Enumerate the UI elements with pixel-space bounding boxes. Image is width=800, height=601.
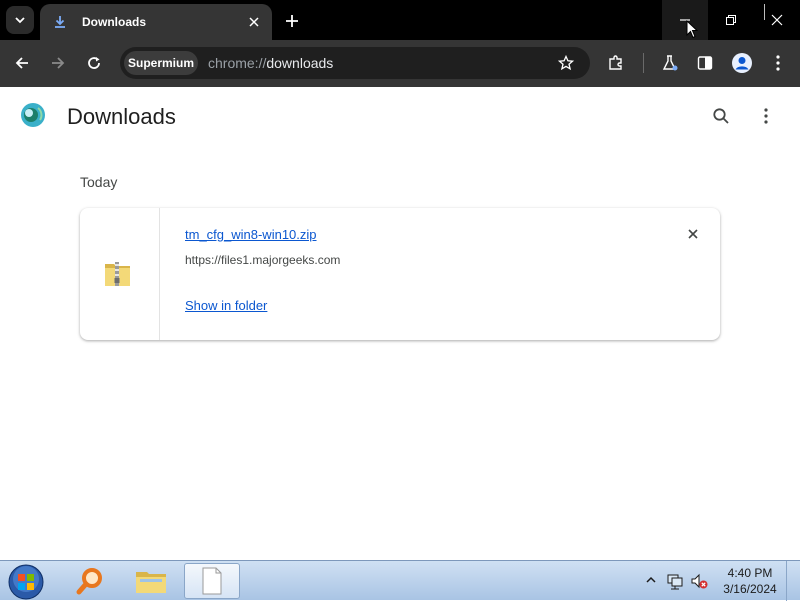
windows-taskbar: 4:40 PM 3/16/2024: [0, 560, 800, 601]
show-hidden-icons-icon[interactable]: [645, 574, 657, 586]
taskbar-document-window[interactable]: [184, 563, 240, 599]
url-text[interactable]: chrome://downloads: [208, 55, 333, 71]
search-icon: [713, 108, 729, 124]
avatar-icon: [732, 53, 752, 73]
url-host: downloads: [266, 55, 334, 71]
file-source-url: https://files1.majorgeeks.com: [185, 253, 341, 267]
restore-button[interactable]: [708, 0, 754, 40]
document-icon: [202, 567, 222, 595]
title-bar: Downloads: [0, 0, 800, 40]
search-downloads-button[interactable]: [709, 104, 733, 128]
extensions-button[interactable]: [603, 50, 629, 76]
browser-menu-button[interactable]: [765, 50, 791, 76]
file-name-link[interactable]: tm_cfg_win8-win10.zip: [185, 227, 317, 242]
magnifier-app-icon: [76, 568, 102, 595]
toolbar-divider: [643, 53, 644, 73]
side-panel-icon: [697, 56, 713, 70]
tab-close-icon[interactable]: [244, 12, 264, 32]
date-group-label: Today: [80, 174, 118, 190]
tab-title: Downloads: [82, 15, 147, 29]
show-desktop-button[interactable]: [786, 561, 800, 601]
forward-button[interactable]: [45, 50, 71, 76]
clock-date: 3/16/2024: [723, 582, 777, 596]
clock-time: 4:40 PM: [727, 566, 773, 580]
downloads-page: Downloads Today tm_cfg_win8-win10.zip ht…: [0, 87, 800, 560]
start-orb-icon[interactable]: [8, 564, 44, 600]
profile-button[interactable]: [729, 50, 755, 76]
download-icon-column: [80, 208, 160, 340]
page-title: Downloads: [67, 104, 176, 129]
page-menu-button[interactable]: [754, 104, 778, 128]
bookmark-button[interactable]: [553, 50, 579, 76]
download-item-card: tm_cfg_win8-win10.zip https://files1.maj…: [80, 208, 720, 340]
arrow-right-icon: [52, 57, 65, 69]
folder-icon: [136, 572, 166, 593]
tab-downloads[interactable]: Downloads: [40, 4, 272, 40]
zip-folder-icon: [105, 262, 130, 286]
taskbar-search-app[interactable]: [62, 563, 118, 599]
network-icon[interactable]: [666, 572, 684, 590]
new-tab-button[interactable]: [281, 10, 303, 32]
close-window-button[interactable]: [754, 0, 800, 40]
minimize-button[interactable]: [662, 0, 708, 40]
side-panel-button[interactable]: [692, 50, 718, 76]
restore-icon: [726, 15, 736, 25]
reload-icon: [88, 57, 100, 69]
kebab-menu-icon: [776, 55, 780, 71]
labs-button[interactable]: [657, 50, 683, 76]
site-info-chip[interactable]: Supermium: [124, 51, 198, 75]
system-clock[interactable]: 4:40 PM 3/16/2024: [718, 565, 782, 597]
kebab-menu-icon: [764, 108, 768, 124]
back-button[interactable]: [9, 50, 35, 76]
flask-icon: [662, 55, 678, 71]
chevron-down-icon: [15, 17, 25, 24]
download-icon: [52, 14, 68, 30]
close-icon: [771, 14, 783, 26]
reload-button[interactable]: [81, 50, 107, 76]
supermium-logo-icon: [21, 103, 45, 127]
tab-search-button[interactable]: [6, 6, 34, 34]
remove-download-button[interactable]: [683, 224, 703, 244]
close-icon: [688, 229, 698, 239]
taskbar-file-explorer[interactable]: [123, 563, 179, 599]
arrow-left-icon: [15, 57, 28, 69]
mouse-cursor-icon: [686, 20, 698, 39]
show-in-folder-link[interactable]: Show in folder: [185, 298, 267, 313]
star-icon: [558, 55, 574, 71]
puzzle-icon: [609, 55, 622, 70]
volume-muted-icon[interactable]: [690, 572, 708, 590]
url-scheme: chrome://: [208, 55, 267, 71]
plus-icon: [286, 15, 298, 27]
